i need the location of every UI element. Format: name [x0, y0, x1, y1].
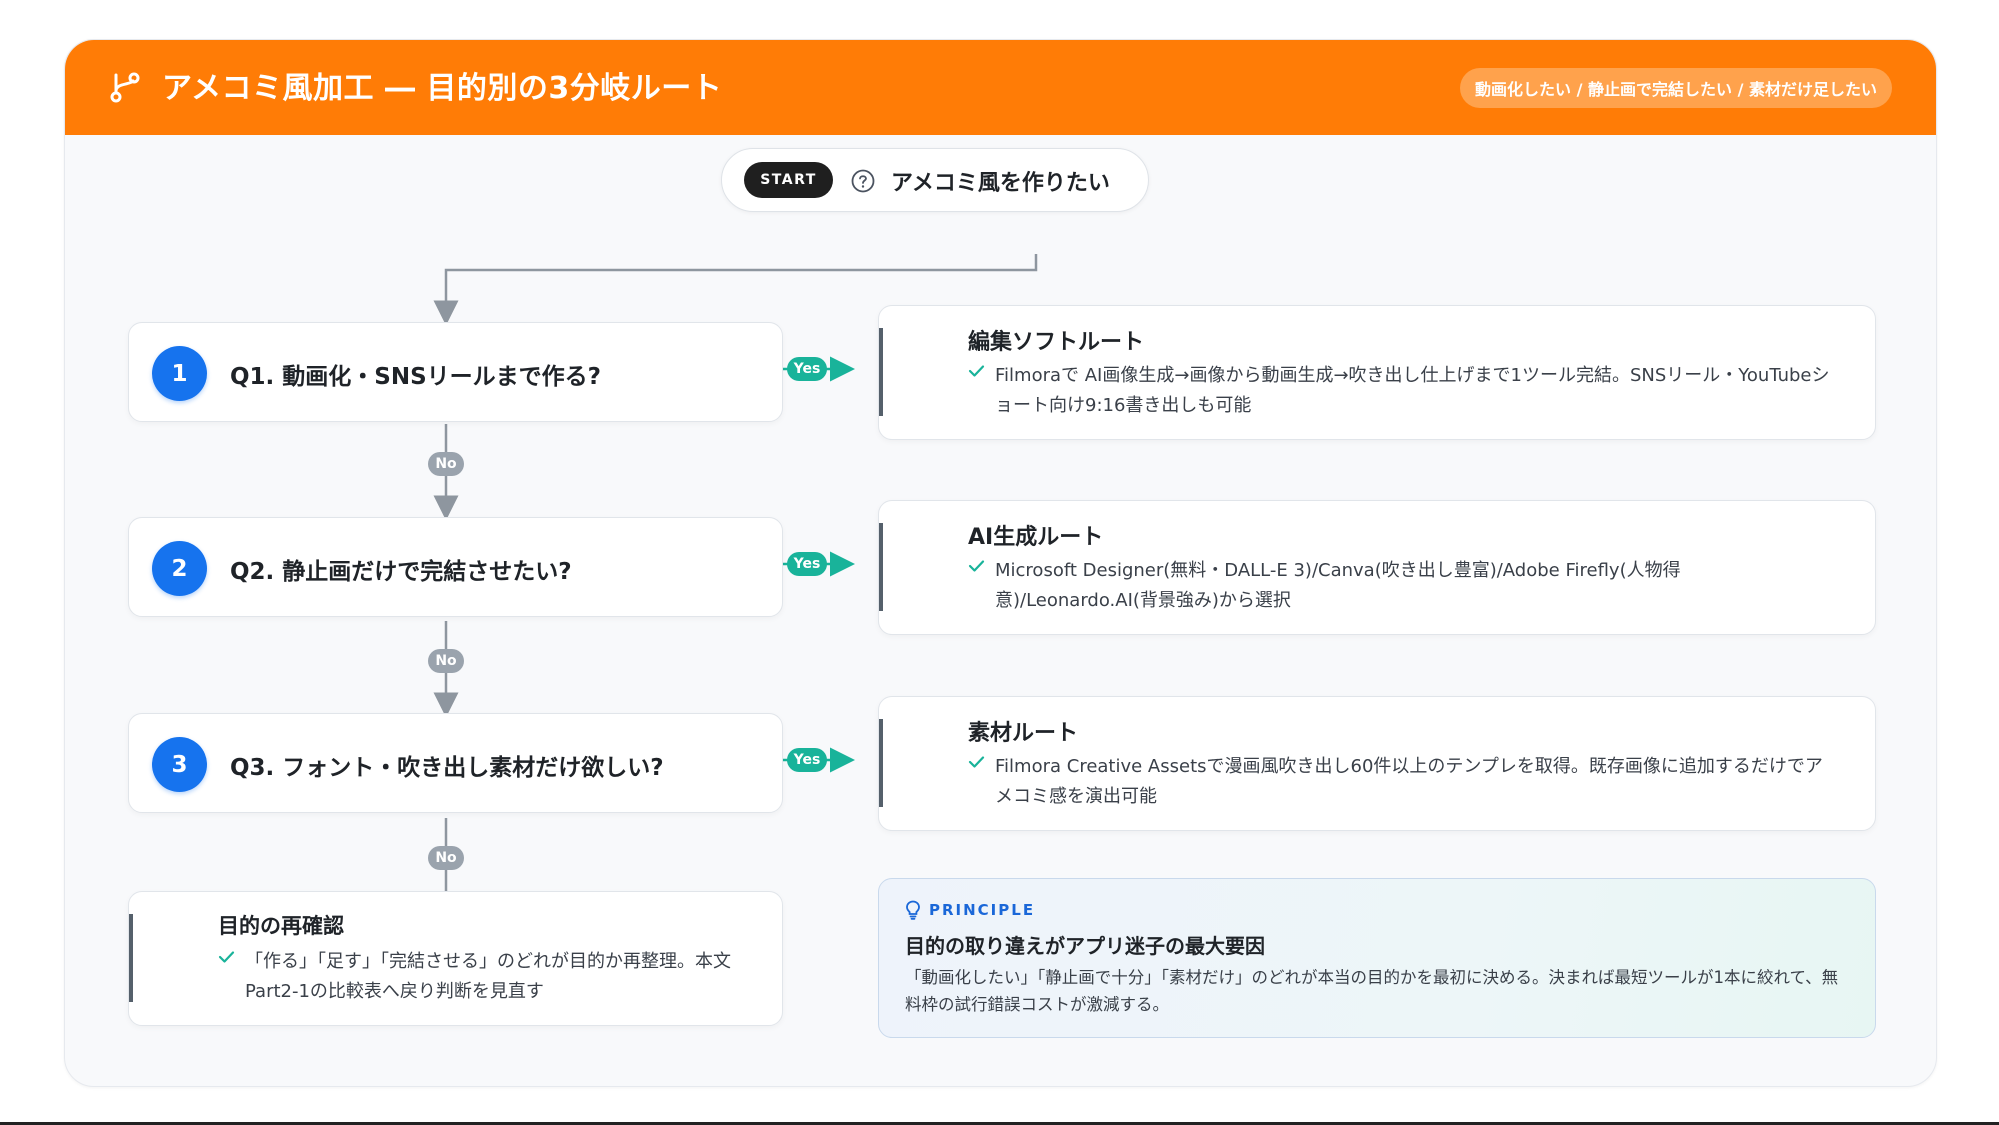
step-number-badge: 2 [152, 541, 207, 596]
yes-label: Yes [787, 357, 827, 381]
question-circle-icon [851, 169, 875, 193]
route-description: Microsoft Designer(無料・DALL-E 3)/Canva(吹き… [995, 560, 1681, 611]
accent-bar [879, 523, 883, 611]
flowchart-card: アメコミ風加工 ― 目的別の3分岐ルート 動画化したい / 静止画で完結したい … [64, 39, 1937, 1087]
route-description: Filmoraで AI画像生成→画像から動画生成→吹き出し仕上げまで1ツール完結… [995, 365, 1830, 416]
start-badge: START [744, 162, 833, 198]
question-node-3: 3 Q3. フォント・吹き出し素材だけ欲しい? [128, 713, 783, 813]
start-question: アメコミ風を作りたい [891, 171, 1110, 196]
route-title: AI生成ルート [968, 525, 1104, 550]
question-node-2: 2 Q2. 静止画だけで完結させたい? [128, 517, 783, 617]
recheck-card: 目的の再確認 「作る」「足す」「完結させる」のどれが目的か再整理。本文Part2… [128, 891, 783, 1026]
question-text: Q1. 動画化・SNSリールまで作る? [230, 364, 602, 390]
start-node: START アメコミ風を作りたい [721, 148, 1149, 212]
step-number-badge: 1 [152, 346, 207, 401]
accent-bar [129, 914, 133, 1002]
accent-bar [879, 719, 883, 807]
principle-description: 「動画化したい」「静止画で十分」「素材だけ」のどれが本当の目的かを最初に決める。… [905, 968, 1839, 1014]
recheck-title: 目的の再確認 [218, 914, 344, 938]
yes-label: Yes [787, 748, 827, 772]
route-title: 素材ルート [968, 721, 1079, 746]
route-card-assets: 素材ルート Filmora Creative Assetsで漫画風吹き出し60件… [878, 696, 1876, 831]
question-text: Q3. フォント・吹き出し素材だけ欲しい? [230, 755, 664, 781]
check-icon [218, 951, 235, 963]
no-label: No [428, 649, 464, 673]
no-label: No [428, 452, 464, 476]
route-description: Filmora Creative Assetsで漫画風吹き出し60件以上のテンプ… [995, 756, 1823, 807]
principle-label: PRINCIPLE [929, 901, 1036, 919]
no-label: No [428, 846, 464, 870]
principle-title: 目的の取り違えがアプリ迷子の最大要因 [905, 934, 1265, 958]
yes-label: Yes [787, 552, 827, 576]
check-icon [968, 560, 985, 572]
step-number-badge: 3 [152, 737, 207, 792]
route-title: 編集ソフトルート [968, 330, 1145, 355]
route-card-ai-generation: AI生成ルート Microsoft Designer(無料・DALL-E 3)/… [878, 500, 1876, 635]
principle-label-row: PRINCIPLE [905, 900, 1035, 920]
question-node-1: 1 Q1. 動画化・SNSリールまで作る? [128, 322, 783, 422]
question-text: Q2. 静止画だけで完結させたい? [230, 559, 572, 585]
lightbulb-icon [906, 900, 920, 920]
recheck-description: 「作る」「足す」「完結させる」のどれが目的か再整理。本文Part2-1の比較表へ… [245, 951, 731, 1002]
principle-card: PRINCIPLE 目的の取り違えがアプリ迷子の最大要因 「動画化したい」「静止… [878, 878, 1876, 1038]
route-card-edit-software: 編集ソフトルート Filmoraで AI画像生成→画像から動画生成→吹き出し仕上… [878, 305, 1876, 440]
check-icon [968, 365, 985, 377]
check-icon [968, 756, 985, 768]
accent-bar [879, 328, 883, 416]
